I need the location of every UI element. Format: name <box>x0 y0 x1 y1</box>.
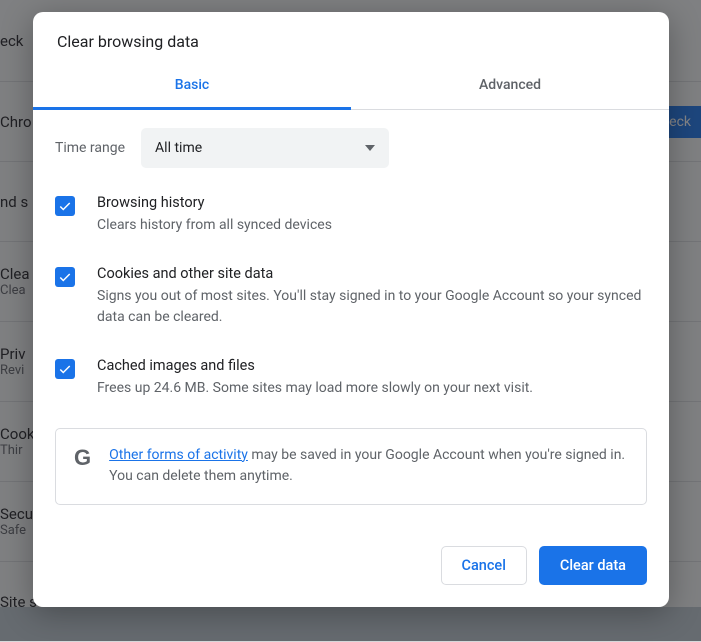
option-title: Browsing history <box>97 194 332 211</box>
option-title: Cookies and other site data <box>97 265 647 282</box>
option-cached: Cached images and files Frees up 24.6 MB… <box>55 357 647 400</box>
time-range-label: Time range <box>55 140 125 156</box>
check-icon <box>58 199 72 213</box>
option-cookies: Cookies and other site data Signs you ou… <box>55 265 647 329</box>
time-range-row: Time range All time <box>55 128 647 168</box>
option-desc: Clears history from all synced devices <box>97 215 332 237</box>
clear-data-button[interactable]: Clear data <box>539 546 647 585</box>
dialog-title: Clear browsing data <box>33 12 669 65</box>
time-range-value: All time <box>155 140 202 156</box>
tab-advanced[interactable]: Advanced <box>351 65 669 109</box>
dialog-body[interactable]: Time range All time Browsing history Cle… <box>33 110 669 528</box>
check-icon <box>58 362 72 376</box>
option-desc: Frees up 24.6 MB. Some sites may load mo… <box>97 378 533 400</box>
google-icon: G <box>74 447 91 469</box>
chevron-down-icon <box>365 145 375 151</box>
tab-basic[interactable]: Basic <box>33 65 351 110</box>
option-browsing-history: Browsing history Clears history from all… <box>55 194 647 237</box>
tab-bar: Basic Advanced <box>33 65 669 110</box>
dialog-footer: Cancel Clear data <box>33 528 669 607</box>
notice-text: Other forms of activity may be saved in … <box>109 445 628 488</box>
check-icon <box>58 270 72 284</box>
option-desc: Signs you out of most sites. You'll stay… <box>97 286 647 329</box>
checkbox-browsing-history[interactable] <box>55 196 75 216</box>
time-range-select[interactable]: All time <box>141 128 389 168</box>
other-activity-link[interactable]: Other forms of activity <box>109 447 248 463</box>
option-title: Cached images and files <box>97 357 533 374</box>
google-account-notice: G Other forms of activity may be saved i… <box>55 428 647 505</box>
clear-browsing-data-dialog: Clear browsing data Basic Advanced Time … <box>33 12 669 607</box>
cancel-button[interactable]: Cancel <box>441 546 527 585</box>
checkbox-cookies[interactable] <box>55 267 75 287</box>
checkbox-cached[interactable] <box>55 359 75 379</box>
